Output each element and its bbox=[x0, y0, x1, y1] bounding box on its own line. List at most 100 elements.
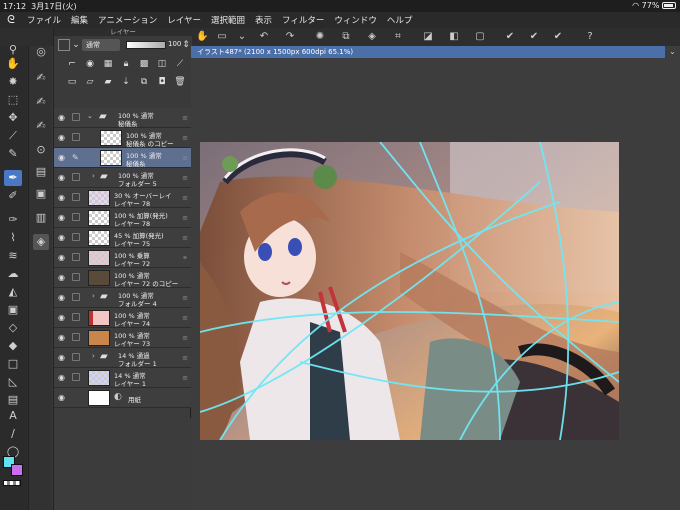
hand-cmd-icon[interactable]: ✋ bbox=[196, 31, 208, 43]
trash-icon[interactable]: 🗑︎ bbox=[174, 76, 186, 88]
reference-icon[interactable]: ◉ bbox=[84, 58, 96, 70]
chevron-right-icon[interactable]: › bbox=[92, 352, 95, 360]
drag-handle-icon[interactable]: ≡ bbox=[182, 374, 188, 382]
menu-file[interactable]: ファイル bbox=[22, 14, 66, 26]
menu-filter[interactable]: フィルター bbox=[277, 14, 329, 26]
eyedropper-icon[interactable]: ⟋ bbox=[4, 128, 22, 144]
ruler-icon[interactable]: ◺ bbox=[4, 374, 22, 390]
eye-icon[interactable]: ◉ bbox=[58, 133, 65, 142]
pencil-icon[interactable]: ✐ bbox=[4, 188, 22, 204]
menu-layer[interactable]: レイヤー bbox=[162, 14, 206, 26]
zoom-sub-icon[interactable]: ◎ bbox=[33, 44, 49, 60]
layer-row[interactable]: ◉ 100 % 通常 レイヤー 74 ≡ bbox=[54, 308, 192, 328]
drag-handle-icon[interactable]: ≡ bbox=[182, 334, 188, 342]
pen-stroke-icon[interactable]: ✔ bbox=[504, 31, 516, 43]
opacity-slider[interactable] bbox=[126, 41, 166, 49]
circle-sub-icon[interactable]: ⊙ bbox=[33, 142, 49, 158]
brush-icon[interactable]: ⌇ bbox=[4, 230, 22, 246]
sub-color-swatch[interactable] bbox=[11, 464, 23, 476]
eye-icon[interactable]: ◉ bbox=[58, 193, 65, 202]
lock-alpha-icon[interactable]: ▩ bbox=[138, 58, 150, 70]
drag-handle-icon[interactable]: ≡ bbox=[182, 134, 188, 142]
chevron-right-icon[interactable]: › bbox=[92, 172, 95, 180]
deselect-icon[interactable]: ▢ bbox=[474, 31, 486, 43]
pen-sub-icon-2[interactable]: ✍ bbox=[33, 94, 49, 110]
airbrush-icon[interactable]: ≋ bbox=[4, 248, 22, 264]
document-tab[interactable]: イラスト487* (2100 x 1500px 600dpi 65.1%) bbox=[191, 46, 665, 58]
crop-icon[interactable]: ⌗ bbox=[392, 31, 404, 43]
frame-icon[interactable]: ▤ bbox=[4, 392, 22, 408]
eye-icon[interactable]: ◉ bbox=[58, 373, 65, 382]
clip-icon[interactable]: ⌐ bbox=[66, 58, 78, 70]
fill-bucket-tool-icon[interactable]: ◆ bbox=[4, 338, 22, 354]
menu-view[interactable]: 表示 bbox=[250, 14, 277, 26]
menu-animation[interactable]: アニメーション bbox=[93, 14, 162, 26]
layer-checkbox[interactable] bbox=[72, 293, 80, 301]
draft-icon[interactable]: ▦ bbox=[102, 58, 114, 70]
chevron-right-icon[interactable]: › bbox=[92, 292, 95, 300]
layer-row[interactable]: ◉ 100 % 加算(発光) レイヤー 78 ≡ bbox=[54, 208, 192, 228]
layer-row[interactable]: ◉ 30 % オーバーレイ レイヤー 78 ≡ bbox=[54, 188, 192, 208]
eye-icon[interactable]: ◉ bbox=[58, 153, 65, 162]
drag-handle-icon[interactable]: ≡ bbox=[182, 314, 188, 322]
hand-icon[interactable]: ✋ bbox=[4, 56, 22, 72]
layer-checkbox[interactable] bbox=[72, 353, 80, 361]
redo-icon[interactable]: ↷ bbox=[284, 31, 296, 43]
clear-icon[interactable]: ◪ bbox=[422, 31, 434, 43]
eye-icon[interactable]: ◉ bbox=[58, 313, 65, 322]
chevron-down-icon[interactable]: ⌄ bbox=[87, 112, 93, 120]
chevron-down-icon[interactable]: ⌄ bbox=[70, 39, 82, 51]
blend-mode-select[interactable]: 通常 bbox=[82, 39, 120, 51]
layer-checkbox[interactable] bbox=[72, 233, 80, 241]
blend-icon[interactable]: ☁ bbox=[4, 266, 22, 282]
transparent-color-swatch[interactable] bbox=[3, 480, 21, 486]
eye-icon[interactable]: ◉ bbox=[58, 353, 65, 362]
layer-row[interactable]: ◉ ⌄ ▰ 100 % 通常 秘儀糸 ≡ bbox=[54, 108, 192, 128]
fill-layer-icon[interactable]: ◧ bbox=[448, 31, 460, 43]
eye-icon[interactable]: ◉ bbox=[58, 253, 65, 262]
fill-bucket-icon[interactable]: ◈ bbox=[366, 31, 378, 43]
layer-row[interactable]: ◉ › ▰ 14 % 通過 フォルダー 1 ≡ bbox=[54, 348, 192, 368]
text-icon[interactable]: A bbox=[4, 408, 22, 424]
shape-icon[interactable]: □ bbox=[4, 356, 22, 372]
drag-handle-icon[interactable]: ≡ bbox=[182, 294, 188, 302]
chevron-down-icon[interactable]: ⌄ bbox=[665, 46, 680, 58]
ink-pen-icon[interactable]: ✑ bbox=[4, 212, 22, 228]
fill-icon[interactable]: ◭ bbox=[4, 284, 22, 300]
brush-stroke-icon[interactable]: ✔ bbox=[528, 31, 540, 43]
layer-row[interactable]: ◉ › ▰ 100 % 通常 フォルダー 4 ≡ bbox=[54, 288, 192, 308]
layer-checkbox[interactable] bbox=[72, 213, 80, 221]
pen-icon[interactable]: ✒ bbox=[4, 170, 22, 186]
layer-row[interactable]: ◉ 100 % 乗算 レイヤー 72 ⚭ bbox=[54, 248, 192, 268]
canvas-area[interactable]: イラスト487* (2100 x 1500px 600dpi 65.1%) ⌄ bbox=[191, 46, 680, 510]
layer-checkbox[interactable] bbox=[72, 173, 80, 181]
drag-handle-icon[interactable]: ≡ bbox=[182, 194, 188, 202]
ruler-link-icon[interactable]: ⟋ bbox=[174, 58, 186, 70]
layer-row[interactable]: ◉ 100 % 通常 レイヤー 73 ≡ bbox=[54, 328, 192, 348]
eraser-icon[interactable]: ◇ bbox=[4, 320, 22, 336]
eye-icon[interactable]: ◉ bbox=[58, 293, 65, 302]
merge-icon[interactable]: ⧉ bbox=[138, 76, 150, 88]
canvas-artwork[interactable] bbox=[200, 142, 619, 440]
color-pick-icon[interactable]: ✎ bbox=[4, 146, 22, 162]
layer-row-selected[interactable]: ◉ ✎ 100 % 通常 秘儀糸 ≡ bbox=[54, 148, 192, 168]
drag-handle-icon[interactable]: ≡ bbox=[182, 114, 188, 122]
layer-property-icon[interactable]: ▤ bbox=[33, 164, 49, 180]
material-icon[interactable]: ▥ bbox=[33, 210, 49, 226]
layer-checkbox[interactable] bbox=[72, 133, 80, 141]
line-stroke-icon[interactable]: ✔ bbox=[552, 31, 564, 43]
layer-color-icon[interactable] bbox=[58, 39, 70, 51]
eye-icon[interactable]: ◉ bbox=[58, 393, 65, 402]
layer-row[interactable]: ◉ 100 % 通常 秘儀糸 のコピー ≡ bbox=[54, 128, 192, 148]
transform-icon[interactable]: ⧉ bbox=[340, 31, 352, 43]
lock-icon[interactable]: 🔒︎ bbox=[120, 58, 132, 70]
drag-handle-icon[interactable]: ≡ bbox=[182, 154, 188, 162]
navigator-icon[interactable]: ▣ bbox=[33, 186, 49, 202]
new-folder-icon[interactable]: ▰ bbox=[102, 76, 114, 88]
new-raster-layer-icon[interactable]: ▭ bbox=[66, 76, 78, 88]
drag-handle-icon[interactable]: ≡ bbox=[182, 214, 188, 222]
move-icon[interactable]: ✥ bbox=[4, 110, 22, 126]
line-icon[interactable]: ∕ bbox=[4, 426, 22, 442]
canvas-cmd-icon[interactable]: ▭ bbox=[216, 31, 228, 43]
new-vector-layer-icon[interactable]: ▱ bbox=[84, 76, 96, 88]
